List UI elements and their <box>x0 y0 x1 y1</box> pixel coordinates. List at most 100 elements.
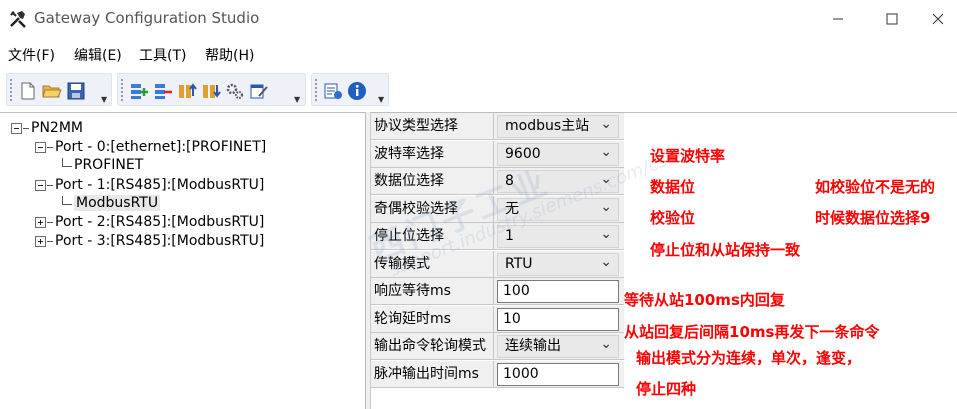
chevron-down-icon[interactable]: ⌄ <box>600 254 612 270</box>
property-value-cell: modbus主站 ⌄ <box>494 113 624 140</box>
tree-node-port1[interactable]: Port - 1:[RS485]:[ModbusRTU] <box>35 176 264 194</box>
tree-node-label: PROFINET <box>74 157 144 173</box>
property-label: 轮询延时ms <box>371 305 494 333</box>
property-label: 停止位选择 <box>371 223 494 250</box>
toolbar-overflow-icon[interactable]: ▼ <box>294 96 302 104</box>
save-icon[interactable] <box>65 80 87 102</box>
menu-tools[interactable]: 工具(T) <box>139 45 186 65</box>
dropdown-value: 9600 <box>505 145 541 162</box>
menu-help[interactable]: 帮助(H) <box>205 45 254 65</box>
chevron-down-icon[interactable]: ⌄ <box>600 226 612 242</box>
property-label: 协议类型选择 <box>371 113 494 140</box>
tree-node-label: PN2MM <box>31 120 83 136</box>
edit-icon[interactable] <box>248 80 270 102</box>
collapse-icon[interactable] <box>35 141 46 153</box>
property-dropdown[interactable]: 9600 ⌄ <box>497 142 619 166</box>
window-title: Gateway Configuration Studio <box>34 9 260 27</box>
menu-file[interactable]: 文件(F) <box>8 45 55 65</box>
dropdown-value: 连续输出 <box>505 338 561 354</box>
chevron-down-icon[interactable]: ⌄ <box>600 116 612 132</box>
property-label: 传输模式 <box>371 250 494 278</box>
annotation-stopbits: 停止位和从站保持一致 <box>650 241 801 259</box>
minimize-button[interactable] <box>815 0 861 38</box>
property-dropdown[interactable]: RTU ⌄ <box>497 252 619 276</box>
property-dropdown[interactable]: 无 ⌄ <box>497 197 619 221</box>
dropdown-value: modbus主站 <box>505 118 590 134</box>
menu-bar: 文件(F) 编辑(E) 工具(T) 帮助(H) <box>0 41 957 67</box>
property-value-cell: 1000 <box>494 360 624 388</box>
dropdown-value: 1 <box>505 228 514 244</box>
download-icon[interactable] <box>200 80 222 102</box>
device-tree: PN2MM Port - 0:[ethernet]:[PROFINET] PRO… <box>0 112 366 409</box>
property-text-field[interactable]: 100 <box>497 280 619 303</box>
open-icon[interactable] <box>41 80 63 102</box>
settings-icon[interactable] <box>224 80 246 102</box>
tree-node-port0[interactable]: Port - 0:[ethernet]:[PROFINET] <box>35 138 266 156</box>
close-icon <box>932 13 944 25</box>
toolbar-overflow-icon[interactable]: ▼ <box>101 96 109 104</box>
property-dropdown[interactable]: modbus主站 ⌄ <box>497 115 619 138</box>
tree-node-label: Port - 0:[ethernet]:[PROFINET] <box>55 139 267 155</box>
toolbar-grip[interactable] <box>121 79 124 101</box>
property-dropdown[interactable]: 1 ⌄ <box>497 225 619 248</box>
tree-node-port2[interactable]: Port - 2:[RS485]:[ModbusRTU] <box>35 213 264 231</box>
property-text-field[interactable]: 10 <box>497 307 619 331</box>
remove-port-icon[interactable] <box>152 80 174 102</box>
tree-node-label: Port - 3:[RS485]:[ModbusRTU] <box>55 233 265 249</box>
new-icon[interactable] <box>17 80 39 102</box>
add-port-icon[interactable] <box>128 80 150 102</box>
toolbar-help-group: ▼ <box>311 73 389 106</box>
annotation-databits-note2: 时候数据位选择9 <box>815 209 931 227</box>
property-dropdown[interactable]: 连续输出 ⌄ <box>497 335 619 358</box>
expand-icon[interactable] <box>35 235 46 247</box>
collapse-icon[interactable] <box>35 179 46 191</box>
dropdown-value: 无 <box>505 200 519 217</box>
property-label: 脉冲输出时间ms <box>371 360 494 388</box>
annotation-databits-note1: 如校验位不是无的 <box>815 178 936 196</box>
property-value-cell: 连续输出 ⌄ <box>494 333 624 360</box>
annotation-parity: 校验位 <box>650 209 696 227</box>
annotation-polling: 从站回复后间隔10ms再发下一条命令 <box>624 323 880 341</box>
maximize-button[interactable] <box>869 0 915 38</box>
property-label: 奇偶校验选择 <box>371 195 494 223</box>
toolbar-port-group: ▼ <box>117 73 306 106</box>
property-label: 波特率选择 <box>371 140 494 168</box>
info-icon[interactable] <box>346 80 368 102</box>
annotation-databits: 数据位 <box>650 178 696 196</box>
tree-node-port3[interactable]: Port - 3:[RS485]:[ModbusRTU] <box>35 232 264 250</box>
close-button[interactable] <box>915 0 957 38</box>
property-row: 协议类型选择 modbus主站 ⌄ <box>371 113 957 141</box>
toolbar-grip[interactable] <box>10 79 13 101</box>
properties-icon[interactable] <box>322 80 344 102</box>
property-value-cell: 9600 ⌄ <box>494 140 624 168</box>
upload-icon[interactable] <box>176 80 198 102</box>
tree-node-port1-modbusrtu[interactable]: ModbusRTU <box>62 194 161 212</box>
toolbar-grip[interactable] <box>315 79 318 101</box>
property-label: 数据位选择 <box>371 168 494 195</box>
annotation-output-mode-2: 停止四种 <box>636 380 697 398</box>
tree-node-label-selected: ModbusRTU <box>74 195 161 211</box>
property-value-cell: 100 <box>494 278 624 305</box>
chevron-down-icon[interactable]: ⌄ <box>600 144 612 160</box>
tree-node-port0-profinet[interactable]: PROFINET <box>62 156 143 174</box>
toolbar-file-group: ▼ <box>6 73 112 106</box>
property-text-field[interactable]: 1000 <box>497 362 619 386</box>
collapse-icon[interactable] <box>11 122 22 134</box>
annotation-baud: 设置波特率 <box>650 147 726 165</box>
property-value-cell: 无 ⌄ <box>494 195 624 223</box>
chevron-down-icon[interactable]: ⌄ <box>600 199 612 215</box>
menu-edit[interactable]: 编辑(E) <box>74 45 122 65</box>
tree-node-root[interactable]: PN2MM <box>11 119 83 137</box>
toolbar-overflow-icon[interactable]: ▼ <box>378 96 386 104</box>
annotation-output-mode: 输出模式分为连续，单次，逢变， <box>636 349 862 367</box>
chevron-down-icon[interactable]: ⌄ <box>600 171 612 187</box>
property-dropdown[interactable]: 8 ⌄ <box>497 170 619 193</box>
property-label: 响应等待ms <box>371 278 494 305</box>
chevron-down-icon[interactable]: ⌄ <box>600 336 612 352</box>
maximize-icon <box>886 13 898 25</box>
property-label: 输出命令轮询模式 <box>371 333 494 360</box>
dropdown-value: 8 <box>505 173 514 189</box>
title-bar: Gateway Configuration Studio <box>0 0 957 38</box>
property-value-cell: 10 <box>494 305 624 333</box>
expand-icon[interactable] <box>35 216 46 228</box>
